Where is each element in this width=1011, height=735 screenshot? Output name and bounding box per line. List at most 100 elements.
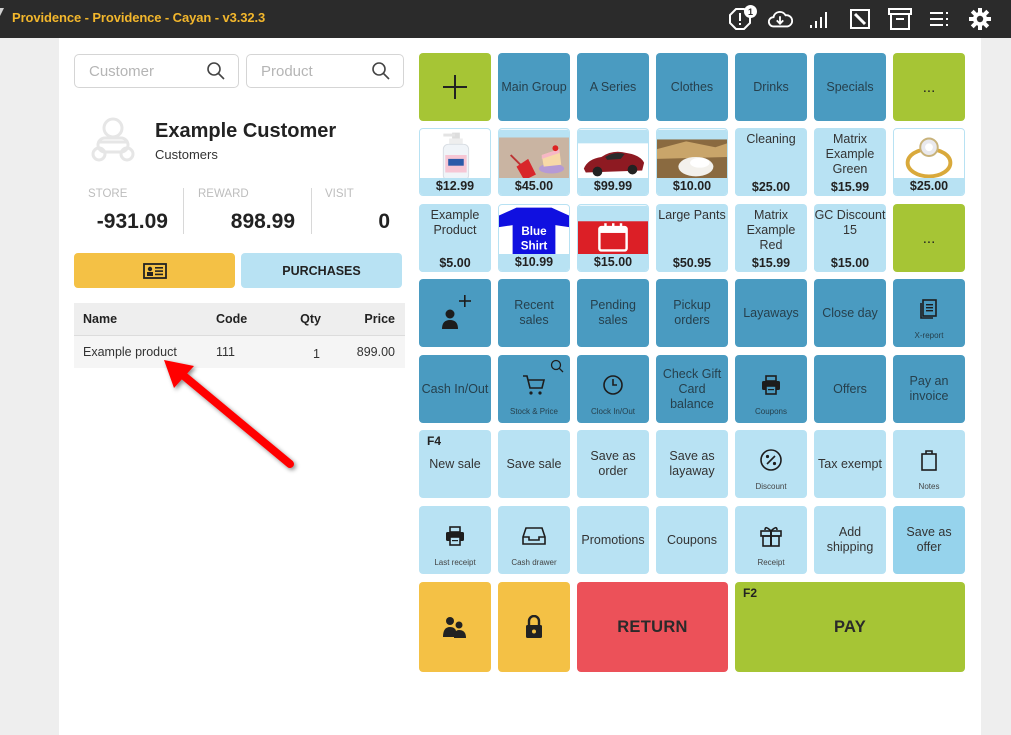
annotation-arrow <box>164 360 294 468</box>
product-price: $99.99 <box>578 178 648 195</box>
window-corner-mark <box>0 8 4 16</box>
more-products-button[interactable]: ... <box>893 204 965 272</box>
cart-icon <box>523 375 546 395</box>
promotions-button[interactable]: Promotions <box>577 506 649 574</box>
lock-button[interactable] <box>498 582 570 672</box>
gift-receipt-button[interactable]: Receipt <box>735 506 807 574</box>
search-icon[interactable] <box>371 61 391 81</box>
tax-exempt-button[interactable]: Tax exempt <box>814 430 886 498</box>
check-gift-card-button[interactable]: Check Gift Card balance <box>656 355 728 423</box>
close-day-button[interactable]: Close day <box>814 279 886 347</box>
add-button[interactable] <box>419 53 491 121</box>
edit-icon[interactable] <box>847 6 873 32</box>
save-as-offer-button[interactable]: Save as offer <box>893 506 965 574</box>
pay-invoice-button[interactable]: Pay an invoice <box>893 355 965 423</box>
menu-icon[interactable] <box>927 6 953 32</box>
product-tile-matrix-red[interactable]: Matrix Example Red $15.99 <box>735 204 807 272</box>
column-header-price[interactable]: Price <box>364 312 395 326</box>
search-icon[interactable] <box>206 61 226 81</box>
toolbar-icons: 1 <box>727 5 993 33</box>
category-clothes[interactable]: Clothes <box>656 53 728 121</box>
customer-search[interactable] <box>74 54 239 88</box>
recent-sales-button[interactable]: Recent sales <box>498 279 570 347</box>
coupons-print-button[interactable]: Coupons <box>735 355 807 423</box>
save-sale-button[interactable]: Save sale <box>498 430 570 498</box>
discount-button[interactable]: Discount <box>735 430 807 498</box>
save-as-order-button[interactable]: Save as order <box>577 430 649 498</box>
alert-count-badge: 1 <box>744 5 757 18</box>
product-tile-sanitizer[interactable]: $12.99 <box>419 128 491 196</box>
layaways-button[interactable]: Layaways <box>735 279 807 347</box>
product-tile-flour[interactable]: $10.00 <box>656 128 728 196</box>
coupons-button[interactable]: Coupons <box>656 506 728 574</box>
customer-card-button[interactable] <box>74 253 235 288</box>
last-receipt-button[interactable]: Last receipt <box>419 506 491 574</box>
app-title: Providence - Providence - Cayan - v3.32.… <box>12 10 266 25</box>
pending-sales-button[interactable]: Pending sales <box>577 279 649 347</box>
cart-item-qty: 1 <box>313 347 320 361</box>
category-a-series[interactable]: A Series <box>577 53 649 121</box>
column-header-name[interactable]: Name <box>83 312 117 326</box>
alert-icon[interactable]: 1 <box>727 5 757 32</box>
cash-in-out-button[interactable]: Cash In/Out <box>419 355 491 423</box>
customer-name[interactable]: Example Customer <box>155 120 336 143</box>
category-specials[interactable]: Specials <box>814 53 886 121</box>
product-tile-gc-discount[interactable]: GC Discount 15 $15.00 <box>814 204 886 272</box>
cloud-sync-icon[interactable] <box>767 6 793 32</box>
gift-receipt-label: Receipt <box>757 558 785 567</box>
stat-value: -931.09 <box>96 210 168 233</box>
add-customer-button[interactable] <box>419 279 491 347</box>
product-tile-matrix-green[interactable]: Matrix Example Green $15.99 <box>814 128 886 196</box>
product-tile-example-product[interactable]: Example Product $5.00 <box>419 204 491 272</box>
category-main-group[interactable]: Main Group <box>498 53 570 121</box>
x-report-label: X-report <box>914 331 944 340</box>
svg-text:Blue: Blue <box>521 225 547 238</box>
return-button[interactable]: RETURN <box>577 582 728 672</box>
product-tile-car[interactable]: $99.99 <box>577 128 649 196</box>
x-report-button[interactable]: X-report <box>893 279 965 347</box>
report-icon <box>920 299 937 319</box>
product-search[interactable] <box>246 54 404 88</box>
stat-label: REWARD <box>198 188 249 200</box>
settings-icon[interactable] <box>967 6 993 32</box>
product-search-input[interactable] <box>247 62 357 80</box>
cash-drawer-label: Cash drawer <box>511 558 557 567</box>
title-bar: Providence - Providence - Cayan - v3.32.… <box>0 0 1011 38</box>
clock-in-out-button[interactable]: Clock In/Out <box>577 355 649 423</box>
pickup-orders-button[interactable]: Pickup orders <box>656 279 728 347</box>
new-sale-button[interactable]: F4 New sale <box>419 430 491 498</box>
product-name: Example Product <box>430 208 480 237</box>
product-tile-blue-shirt[interactable]: Blue Shirt $10.99 <box>498 204 570 272</box>
users-icon <box>443 617 466 638</box>
product-tile-cake[interactable]: $45.00 <box>498 128 570 196</box>
save-as-layaway-button[interactable]: Save as layaway <box>656 430 728 498</box>
cash-drawer-button[interactable]: Cash drawer <box>498 506 570 574</box>
archive-icon[interactable] <box>887 6 913 32</box>
customer-avatar-icon <box>91 117 135 162</box>
column-header-code[interactable]: Code <box>216 312 247 326</box>
return-label: RETURN <box>617 617 688 636</box>
product-name: Cleaning <box>746 132 796 146</box>
customers-button[interactable] <box>419 582 491 672</box>
category-drinks[interactable]: Drinks <box>735 53 807 121</box>
stock-price-button[interactable]: Stock & Price <box>498 355 570 423</box>
product-tile-large-pants[interactable]: Large Pants $50.95 <box>656 204 728 272</box>
customer-search-input[interactable] <box>75 62 185 80</box>
divider <box>183 188 184 234</box>
add-shipping-button[interactable]: Add shipping <box>814 506 886 574</box>
flour-image <box>657 129 727 181</box>
product-tile-calendar[interactable]: $15.00 <box>577 204 649 272</box>
offers-button[interactable]: Offers <box>814 355 886 423</box>
pay-button[interactable]: F2 PAY <box>735 582 965 672</box>
purchases-button[interactable]: PURCHASES <box>241 253 402 288</box>
notes-button[interactable]: Notes <box>893 430 965 498</box>
product-price: $10.00 <box>657 178 727 195</box>
cake-image <box>499 129 569 181</box>
column-header-qty[interactable]: Qty <box>300 312 321 326</box>
product-tile-ring[interactable]: $25.00 <box>893 128 965 196</box>
sanitizer-image <box>420 129 490 181</box>
stat-label: STORE <box>88 188 128 200</box>
product-tile-cleaning[interactable]: Cleaning $25.00 <box>735 128 807 196</box>
product-name: Matrix Example Red <box>746 208 796 252</box>
more-categories-button[interactable]: ... <box>893 53 965 121</box>
